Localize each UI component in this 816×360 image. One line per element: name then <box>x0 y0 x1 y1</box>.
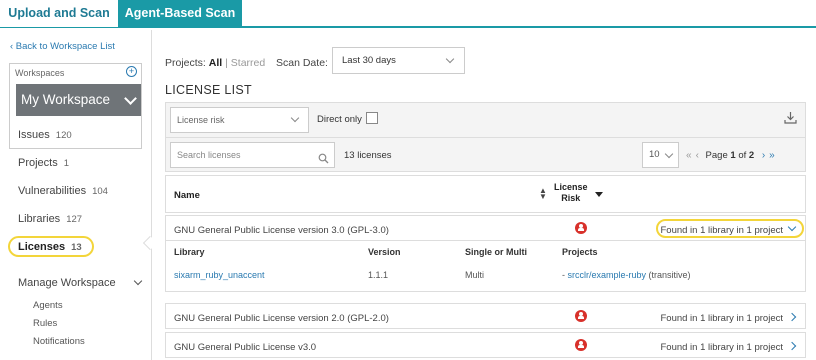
license-risk-select[interactable]: License risk <box>170 107 309 133</box>
found-in-text[interactable]: Found in 1 library in 1 project <box>660 342 783 353</box>
sidebar-item-vulnerabilities[interactable]: Vulnerabilities 104 <box>18 185 108 197</box>
page-of: of <box>738 150 747 161</box>
next-page-icon[interactable]: › <box>762 150 765 161</box>
library-version: 1.1.1 <box>368 270 389 280</box>
filter-separator: | <box>225 57 228 69</box>
column-risk-line2: Risk <box>561 193 581 203</box>
found-in-text[interactable]: Found in 1 library in 1 project <box>660 225 783 236</box>
first-page-icon[interactable]: « <box>686 150 692 161</box>
high-risk-icon <box>575 310 587 322</box>
projects-filter: Projects: All | Starred <box>165 57 265 69</box>
download-icon[interactable] <box>784 111 797 127</box>
workspace-name: My Workspace <box>21 92 111 107</box>
license-risk-placeholder: License risk <box>177 115 225 125</box>
manage-workspace-label: Manage Workspace <box>18 277 116 289</box>
row-detail: Library Version Single or Multi Projects… <box>165 241 806 292</box>
detail-header-library: Library <box>174 247 205 257</box>
last-page-icon[interactable]: » <box>769 150 775 161</box>
filter-panel: License risk Direct only Search licenses… <box>165 102 806 172</box>
sort-icon[interactable]: ▲ ▼ <box>539 187 547 201</box>
back-to-workspace-list-link[interactable]: ‹ Back to Workspace List <box>10 41 115 52</box>
chevron-down-icon <box>664 149 674 159</box>
page-current: 1 <box>730 150 736 161</box>
sidebar-item-label: Vulnerabilities <box>18 185 87 197</box>
tab-agent-based-scan[interactable]: Agent-Based Scan <box>118 0 242 27</box>
library-single-multi: Multi <box>465 270 485 280</box>
sidebar-item-agents[interactable]: Agents <box>33 300 63 311</box>
column-name[interactable]: Name <box>174 190 200 201</box>
sidebar-item-rules[interactable]: Rules <box>33 318 57 329</box>
page-size-value: 10 <box>649 149 660 160</box>
scan-date-label: Scan Date: <box>276 57 328 69</box>
sidebar-item-notifications[interactable]: Notifications <box>33 336 85 347</box>
filter-starred[interactable]: Starred <box>231 57 265 69</box>
top-tabs: Upload and Scan Agent-Based Scan <box>0 0 816 28</box>
sidebar-item-label: Libraries <box>18 213 61 225</box>
sidebar-item-count: 13 <box>71 242 82 253</box>
sidebar-item-label: Projects <box>18 157 58 169</box>
sidebar-item-projects[interactable]: Projects 1 <box>18 157 69 169</box>
page-prefix: Page <box>705 150 728 161</box>
sidebar-item-label: Licenses <box>18 241 66 253</box>
project-suffix: (transitive) <box>646 270 691 280</box>
high-risk-icon <box>575 222 587 234</box>
high-risk-icon <box>575 339 587 351</box>
panel-divider <box>166 137 805 138</box>
add-workspace-icon[interactable]: + <box>126 66 137 77</box>
license-name: GNU General Public License v3.0 <box>174 342 317 353</box>
library-link[interactable]: sixarm_ruby_unaccent <box>174 270 265 280</box>
license-count: 13 licenses <box>344 150 392 161</box>
direct-only-label: Direct only <box>317 114 362 125</box>
pagination: « ‹ Page 1 of 2 › » <box>686 150 779 161</box>
page-size-select[interactable]: 10 <box>642 142 679 168</box>
table-row[interactable]: GNU General Public License v3.0 Found in… <box>165 332 806 358</box>
scan-date-select[interactable]: Last 30 days <box>332 47 465 74</box>
sidebar-item-count: 127 <box>66 214 83 225</box>
chevron-down-icon <box>290 113 300 123</box>
main-content: Projects: All | Starred Scan Date: Last … <box>152 30 816 360</box>
found-in-text[interactable]: Found in 1 library in 1 project <box>660 313 783 324</box>
chevron-down-icon <box>445 54 455 64</box>
page-title: LICENSE LIST <box>165 83 252 97</box>
license-name: GNU General Public License version 2.0 (… <box>174 313 389 324</box>
table-row[interactable]: GNU General Public License version 3.0 (… <box>165 215 806 241</box>
sidebar-item-licenses[interactable]: Licenses 13 <box>18 241 82 253</box>
page-total: 2 <box>748 150 755 161</box>
chevron-right-icon[interactable] <box>787 341 797 351</box>
sidebar-item-issues[interactable]: Issues 120 <box>18 129 72 141</box>
detail-header-single-multi: Single or Multi <box>465 247 527 257</box>
column-risk-line1: License <box>554 182 588 192</box>
manage-workspace-toggle[interactable]: Manage Workspace <box>18 277 116 289</box>
table-header: Name ▲ ▼ License Risk <box>165 175 806 213</box>
scan-date-value: Last 30 days <box>342 55 396 66</box>
sidebar-item-libraries[interactable]: Libraries 127 <box>18 213 82 225</box>
license-name: GNU General Public License version 3.0 (… <box>174 225 389 236</box>
sidebar: ‹ Back to Workspace List Workspaces + My… <box>0 30 152 360</box>
direct-only-checkbox[interactable] <box>366 112 378 124</box>
search-icon <box>318 149 329 173</box>
library-projects: - srcclr/example-ruby (transitive) <box>562 270 691 280</box>
workspace-select[interactable]: My Workspace <box>16 84 141 116</box>
workspaces-label: Workspaces <box>15 68 65 78</box>
project-link[interactable]: srcclr/example-ruby <box>568 270 647 280</box>
prev-page-icon[interactable]: ‹ <box>696 150 699 161</box>
sidebar-item-count: 104 <box>92 186 108 197</box>
chevron-down-icon <box>133 276 143 286</box>
chevron-down-icon <box>124 92 137 105</box>
sidebar-item-count: 1 <box>63 158 70 169</box>
filter-all[interactable]: All <box>209 57 222 69</box>
sidebar-item-count: 120 <box>55 130 72 141</box>
detail-header-version: Version <box>368 247 401 257</box>
column-license-risk[interactable]: License Risk <box>554 182 588 204</box>
sidebar-item-label: Issues <box>18 129 50 141</box>
caret-down-icon[interactable] <box>595 192 603 197</box>
chevron-right-icon[interactable] <box>787 312 797 322</box>
search-placeholder: Search licenses <box>177 150 241 160</box>
projects-label: Projects: <box>165 57 206 69</box>
detail-header-projects: Projects <box>562 247 598 257</box>
table-row[interactable]: GNU General Public License version 2.0 (… <box>165 303 806 329</box>
search-licenses-input[interactable]: Search licenses <box>170 142 335 168</box>
tab-upload-and-scan[interactable]: Upload and Scan <box>0 0 118 27</box>
